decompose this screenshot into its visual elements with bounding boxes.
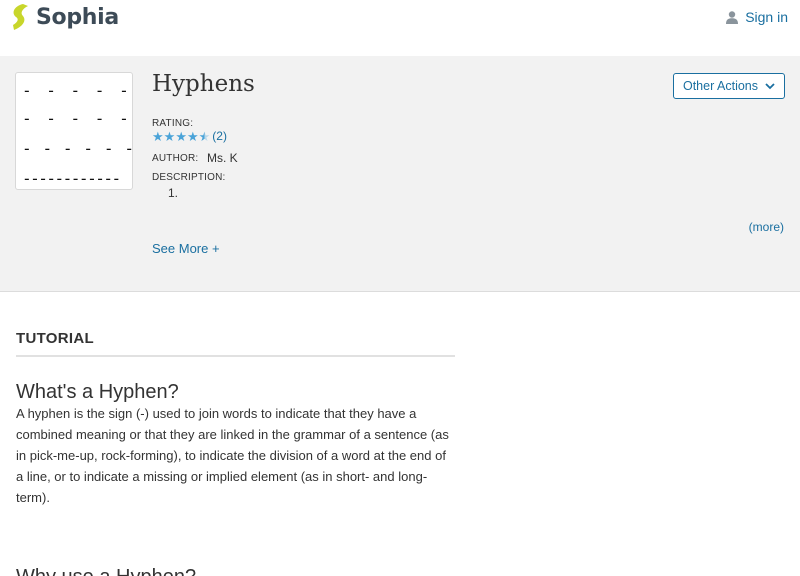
- other-actions-label: Other Actions: [682, 79, 759, 93]
- star-icon: ★: [163, 128, 176, 144]
- star-icon: ★: [175, 128, 187, 144]
- author-label: AUTHOR:: [152, 153, 199, 164]
- author-name: Ms. K: [207, 151, 238, 165]
- user-icon: [726, 10, 739, 24]
- sign-in-label: Sign in: [745, 9, 788, 25]
- resource-info-panel: - - - - - - - - - - - - - - - - - - - --…: [0, 56, 800, 292]
- more-link[interactable]: (more): [749, 220, 784, 234]
- sign-in-link[interactable]: Sign in: [726, 9, 788, 25]
- brand-name: Sophia: [36, 4, 119, 30]
- description-label: DESCRIPTION:: [152, 172, 226, 183]
- description-text: 1.: [168, 186, 179, 200]
- star-icon: ★: [152, 128, 164, 144]
- paragraph-hyphen-definition: A hyphen is the sign (-) used to join wo…: [16, 406, 449, 505]
- other-actions-button[interactable]: Other Actions: [673, 73, 785, 99]
- resource-title: Hyphens: [152, 71, 255, 97]
- thumbnail-row: - - - - - -: [22, 109, 132, 128]
- sophia-logo-icon: [13, 4, 28, 30]
- section-divider: [16, 355, 455, 357]
- see-more-link[interactable]: See More +: [152, 241, 220, 256]
- resource-thumbnail[interactable]: - - - - - - - - - - - - - - - - - - - --…: [15, 72, 133, 190]
- half-star-icon: ★: [198, 128, 211, 144]
- sophia-logo[interactable]: Sophia: [10, 3, 119, 31]
- heading-whats-a-hyphen: What's a Hyphen?: [16, 381, 179, 403]
- thumbnail-row: ------------: [22, 169, 121, 188]
- rating-stars[interactable]: ★ ★ ★ ★ ★ (2): [152, 129, 227, 143]
- thumbnail-row: - - - - - -: [22, 81, 132, 100]
- star-icon: ★: [186, 128, 199, 144]
- thumbnail-row: - - - - - - -: [22, 139, 132, 158]
- top-navigation-bar: Sophia Sign in: [0, 0, 800, 56]
- heading-why-use-a-hyphen: Why use a Hyphen?: [16, 566, 196, 576]
- rating-count[interactable]: (2): [212, 129, 227, 143]
- tutorial-section-label: TUTORIAL: [16, 330, 94, 347]
- rating-label: RATING:: [152, 118, 194, 129]
- chevron-down-icon: [765, 82, 775, 89]
